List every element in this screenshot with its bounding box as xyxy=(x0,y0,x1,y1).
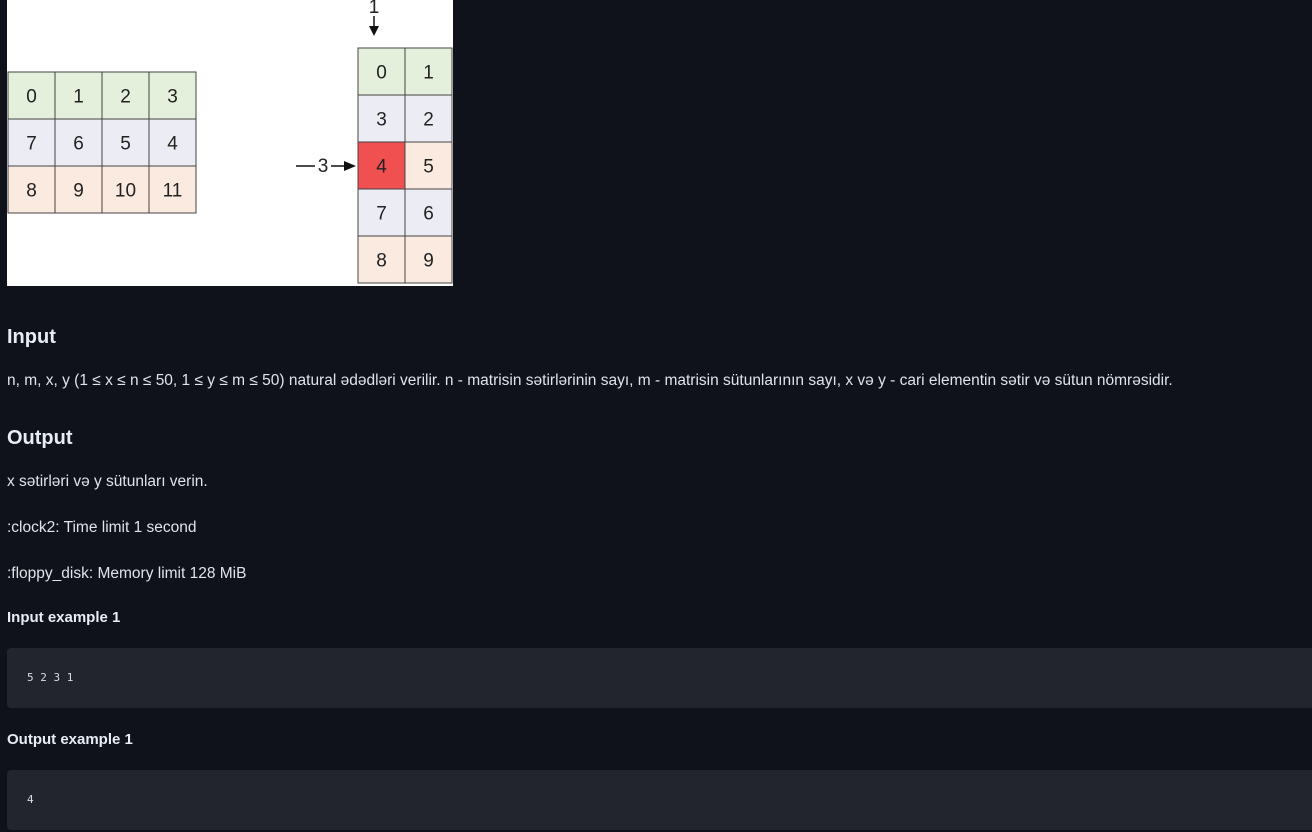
matrix-cell-value: 6 xyxy=(73,134,84,155)
matrix-cell-value: 1 xyxy=(423,63,434,84)
matrix-cell-value: 10 xyxy=(115,181,136,202)
matrix-cell-value: 3 xyxy=(167,87,178,108)
input-example-box[interactable]: 5 2 3 1 xyxy=(7,648,1312,708)
matrix-cell-value: 9 xyxy=(73,181,84,202)
matrix-cell-value: 7 xyxy=(26,134,37,155)
matrix-cell-value: 7 xyxy=(376,204,387,225)
matrix-cell-value: 2 xyxy=(423,110,434,131)
output-description: x sətirləri və y sütunları verin. xyxy=(7,473,208,490)
output-example-value[interactable]: 4 xyxy=(27,793,34,806)
memory-limit: :floppy_disk: Memory limit 128 MiB xyxy=(7,565,247,582)
matrix-cell-value: 6 xyxy=(423,204,434,225)
problem-illustration: 0 1 2 3 7 6 5 4 8 9 10 11 0 1 3 2 4 5 7 6 8 9 1 3 xyxy=(7,0,453,286)
matrix-cell-value: 2 xyxy=(120,87,131,108)
matrix-cell-value: 9 xyxy=(423,251,434,272)
output-example-label: Output example 1 xyxy=(7,731,133,748)
input-heading: Input xyxy=(7,326,56,348)
time-limit: :clock2: Time limit 1 second xyxy=(7,519,197,536)
input-description: n, m, x, y (1 ≤ x ≤ n ≤ 50, 1 ≤ y ≤ m ≤ … xyxy=(7,372,1173,389)
matrix-cell-value: 0 xyxy=(26,87,37,108)
matrix-cell-value: 3 xyxy=(376,110,387,131)
matrix-cell-value: 4 xyxy=(167,134,178,155)
output-heading: Output xyxy=(7,427,73,449)
matrix-cell-value: 5 xyxy=(423,157,434,178)
matrix-cell-value: 8 xyxy=(26,181,37,202)
column-arrow-label: 1 xyxy=(369,0,380,18)
matrix-cell-value: 4 xyxy=(376,157,387,178)
output-example-box[interactable]: 4 xyxy=(7,770,1312,830)
matrix-cell-value: 0 xyxy=(376,63,387,84)
input-example-value[interactable]: 5 2 3 1 xyxy=(27,671,73,684)
column-arrow-head xyxy=(369,26,379,36)
matrix-diagram: 0 1 2 3 7 6 5 4 8 9 10 11 0 1 3 2 4 5 7 6 8 9 1 3 xyxy=(7,0,453,284)
input-example-label: Input example 1 xyxy=(7,609,121,626)
row-arrow-head xyxy=(344,161,356,171)
matrix-cell-value: 8 xyxy=(376,251,387,272)
matrix-cell-value: 1 xyxy=(73,87,84,108)
matrix-cell-value: 5 xyxy=(120,134,131,155)
matrix-cell-value: 11 xyxy=(163,181,183,202)
row-arrow-label: 3 xyxy=(318,156,329,177)
